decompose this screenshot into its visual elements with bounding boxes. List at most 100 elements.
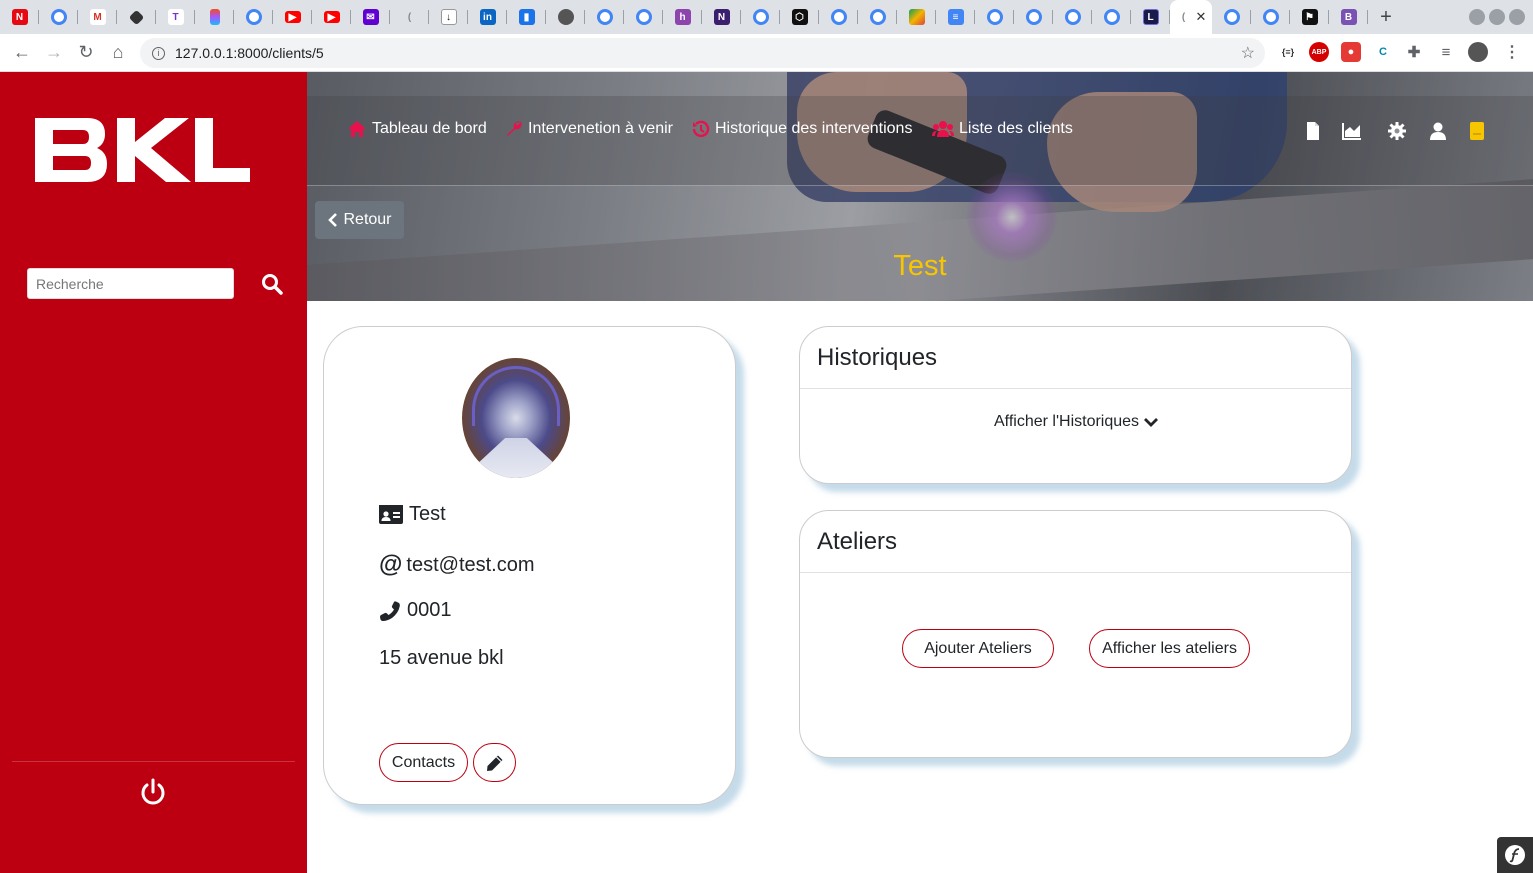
browser-tab[interactable]: T (156, 0, 195, 34)
gear-icon[interactable] (1387, 121, 1407, 141)
browser-tab[interactable] (1251, 0, 1290, 34)
browser-tab[interactable] (1053, 0, 1092, 34)
add-ateliers-button[interactable]: Ajouter Ateliers (902, 629, 1054, 668)
google-icon (752, 9, 769, 25)
browser-tab[interactable]: ↓ (429, 0, 468, 34)
youtube-icon: ▶ (284, 11, 301, 23)
extension-c-icon[interactable]: C (1373, 42, 1393, 62)
browser-tab[interactable]: ( (390, 0, 429, 34)
browser-tab[interactable] (1092, 0, 1131, 34)
back-button[interactable]: Retour (315, 201, 404, 239)
browser-tab[interactable]: ▶ (273, 0, 312, 34)
minimize-icon[interactable] (1469, 9, 1485, 25)
power-logout-icon[interactable] (138, 777, 168, 807)
json-extension-icon[interactable]: {≡} (1278, 42, 1298, 62)
bootstrap-icon: B (1340, 9, 1357, 25)
browser-tab[interactable]: N (702, 0, 741, 34)
address-bar[interactable]: i 127.0.0.1:8000/clients/5 ☆ (140, 38, 1265, 68)
search-icon[interactable] (260, 272, 284, 296)
close-window-icon[interactable] (1509, 9, 1525, 25)
browser-tab[interactable] (39, 0, 78, 34)
browser-tab[interactable]: h (663, 0, 702, 34)
browser-tab[interactable] (546, 0, 585, 34)
chart-area-icon[interactable] (1342, 121, 1362, 141)
browser-tab[interactable]: M (78, 0, 117, 34)
h-icon: h (674, 9, 691, 25)
media-list-icon[interactable]: ≡ (1436, 42, 1456, 62)
browser-tab-strip: N M T ▶ ▶ ✉ ( ↓ in ▮ h N ⬡ ≡ L (✕ ⚑ B + (0, 0, 1533, 34)
users-icon (932, 121, 954, 137)
symfony-toolbar-icon[interactable] (1497, 837, 1533, 873)
browser-tab[interactable]: ≡ (936, 0, 975, 34)
loading-icon: ( (1181, 11, 1186, 23)
diamond-icon (128, 9, 145, 25)
browser-tab[interactable] (897, 0, 936, 34)
forward-arrow-icon[interactable]: → (38, 37, 70, 69)
browser-tab[interactable] (1014, 0, 1053, 34)
historiques-toggle[interactable]: Afficher l'Historiques (994, 413, 1159, 431)
close-tab-icon[interactable]: ✕ (1196, 9, 1207, 25)
browser-tab[interactable]: ▮ (507, 0, 546, 34)
home-icon (348, 121, 366, 137)
browser-tab[interactable] (819, 0, 858, 34)
menu-kebab-icon[interactable]: ⋮ (1502, 42, 1522, 62)
url-text: 127.0.0.1:8000/clients/5 (175, 45, 324, 61)
user-icon[interactable] (1428, 121, 1448, 141)
browser-tab[interactable]: ✉ (351, 0, 390, 34)
browser-tab[interactable] (741, 0, 780, 34)
analytics-icon: ▮ (518, 9, 535, 25)
nav-tableau-de-bord[interactable]: Tableau de bord (347, 120, 487, 138)
google-icon (596, 9, 613, 25)
home-browser-icon[interactable]: ⌂ (102, 37, 134, 69)
browser-tab[interactable]: in (468, 0, 507, 34)
browser-tab[interactable]: ▶ (312, 0, 351, 34)
bkl-logo (35, 118, 250, 182)
browser-tab[interactable] (624, 0, 663, 34)
netflix-icon: N (11, 9, 28, 25)
historiques-card: Historiques Afficher l'Historiques (799, 326, 1352, 484)
adblock-icon[interactable]: ABP (1309, 42, 1329, 62)
id-card-icon (379, 505, 403, 524)
search-input[interactable] (27, 268, 234, 299)
nav-intervention-a-venir[interactable]: Intervenetion à venir (505, 120, 673, 138)
browser-tab[interactable] (234, 0, 273, 34)
client-avatar (462, 358, 570, 478)
browser-tab[interactable] (117, 0, 156, 34)
browser-tab[interactable] (858, 0, 897, 34)
reload-icon[interactable]: ↻ (70, 37, 102, 69)
browser-tab[interactable] (585, 0, 624, 34)
browser-tab[interactable] (1212, 0, 1251, 34)
google-icon (1025, 9, 1042, 25)
browser-tab[interactable]: ⬡ (780, 0, 819, 34)
browser-tab[interactable]: B (1329, 0, 1368, 34)
contacts-button[interactable]: Contacts (379, 743, 468, 782)
edit-button[interactable] (473, 743, 516, 782)
maximize-icon[interactable] (1489, 9, 1505, 25)
google-icon (1103, 9, 1120, 25)
client-email: test@test.com (406, 553, 535, 576)
shapes-icon (908, 9, 925, 25)
back-arrow-icon[interactable]: ← (6, 37, 38, 69)
chevron-left-icon (328, 213, 338, 227)
client-address-row: 15 avenue bkl (379, 647, 504, 670)
browser-tab[interactable] (975, 0, 1014, 34)
file-icon[interactable] (1303, 121, 1323, 141)
sticky-note-icon[interactable] (1467, 121, 1487, 141)
client-profile-card: Test @ test@test.com 0001 15 avenue bkl … (323, 326, 736, 805)
browser-tab-active[interactable]: (✕ (1170, 0, 1212, 34)
browser-tab[interactable] (195, 0, 234, 34)
bookmark-star-icon[interactable]: ☆ (1241, 43, 1255, 63)
page-title: Test (893, 250, 947, 282)
puzzle-icon[interactable]: ✚ (1404, 42, 1424, 62)
browser-tab[interactable]: ⚑ (1290, 0, 1329, 34)
info-icon[interactable]: i (152, 46, 165, 60)
show-ateliers-button[interactable]: Afficher les ateliers (1089, 629, 1250, 668)
shield-extension-icon[interactable]: ● (1341, 42, 1361, 62)
nav-liste-des-clients[interactable]: Liste des clients (932, 120, 1073, 138)
flag-icon: ⚑ (1301, 9, 1318, 25)
profile-avatar[interactable] (1468, 42, 1488, 62)
browser-tab[interactable]: N (0, 0, 39, 34)
new-tab-button[interactable]: + (1368, 0, 1404, 34)
nav-historique-interventions[interactable]: Historique des interventions (692, 120, 912, 138)
browser-tab[interactable]: L (1131, 0, 1170, 34)
